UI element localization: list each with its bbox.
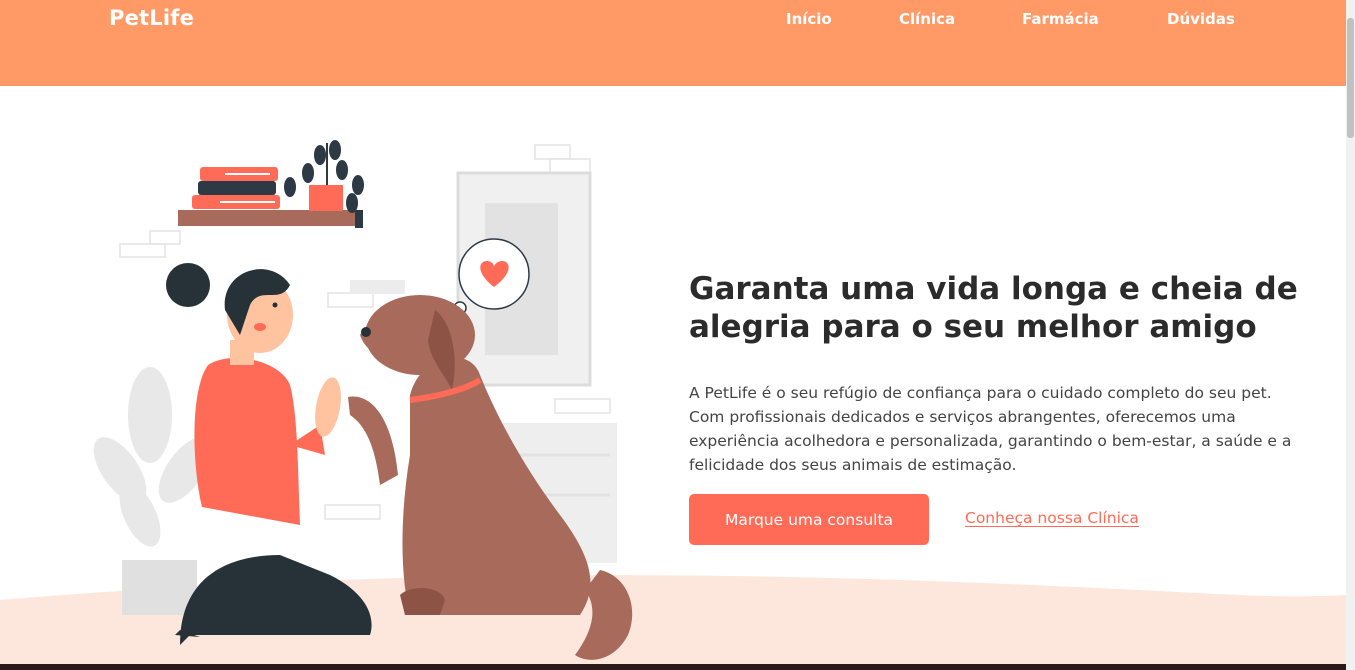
scrollbar-thumb[interactable] bbox=[1347, 18, 1354, 138]
book-appointment-button[interactable]: Marque uma consulta bbox=[689, 494, 929, 545]
nav-farmacia[interactable]: Farmácia bbox=[1022, 10, 1099, 28]
page-scrollbar[interactable] bbox=[1346, 0, 1355, 670]
hero-description: A PetLife é o seu refúgio de confiança p… bbox=[689, 384, 1292, 474]
site-header: PetLife Início Clínica Farmácia Dúvidas bbox=[0, 0, 1346, 86]
hero-title: Garanta uma vida longa e cheia de alegri… bbox=[689, 271, 1298, 345]
logo[interactable]: PetLife bbox=[109, 6, 194, 30]
clinic-link[interactable]: Conheça nossa Clínica bbox=[965, 509, 1139, 527]
nav-inicio[interactable]: Início bbox=[786, 10, 832, 28]
bottom-edge bbox=[0, 664, 1346, 670]
hero-illustration bbox=[93, 140, 633, 660]
nav-duvidas[interactable]: Dúvidas bbox=[1167, 10, 1235, 28]
nav-clinica[interactable]: Clínica bbox=[899, 10, 955, 28]
